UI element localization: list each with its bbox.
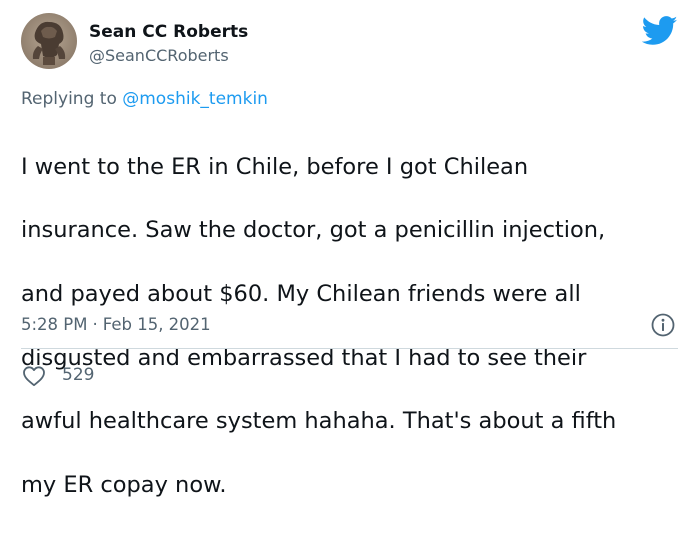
twitter-bird-icon[interactable] <box>641 16 678 46</box>
like-count: 529 <box>62 365 95 385</box>
avatar[interactable] <box>21 13 77 69</box>
tweet-text-line: awful healthcare system hahaha. That's a… <box>21 408 617 435</box>
author-handle[interactable]: @SeanCCRoberts <box>89 46 229 65</box>
heart-icon[interactable] <box>22 365 46 387</box>
info-icon[interactable] <box>650 312 676 338</box>
tweet-text-line: my ER copay now. <box>21 471 227 498</box>
tweet-text-line: I went to the ER in Chile, before I got … <box>21 153 529 180</box>
tweet-time[interactable]: 5:28 PM <box>21 315 87 334</box>
tweet-date[interactable]: Feb 15, 2021 <box>103 315 211 334</box>
reply-prefix: Replying to <box>21 89 117 109</box>
tweet-text-line: insurance. Saw the doctor, got a penicil… <box>21 217 606 244</box>
reply-mention-link[interactable]: @moshik_temkin <box>122 89 268 109</box>
timestamp-separator: · <box>92 315 98 334</box>
tweet-timestamp[interactable]: 5:28 PM · Feb 15, 2021 <box>21 315 211 334</box>
divider <box>21 348 678 349</box>
reply-context: Replying to @moshik_temkin <box>21 89 268 109</box>
author-display-name[interactable]: Sean CC Roberts <box>89 22 248 42</box>
tweet-text-line: and payed about $60. My Chilean friends … <box>21 280 581 307</box>
